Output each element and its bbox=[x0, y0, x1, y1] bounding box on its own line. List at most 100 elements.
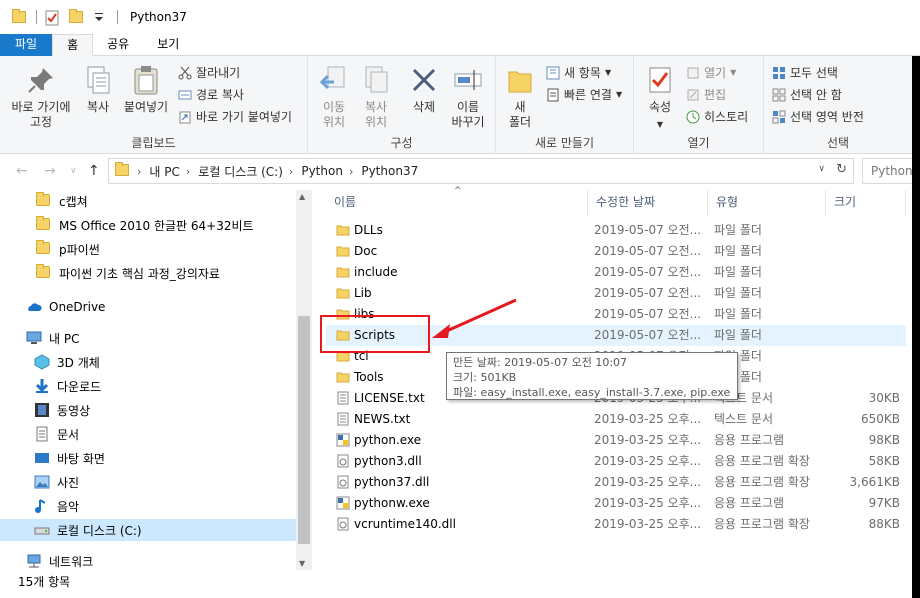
nav-item-quick-2[interactable]: MS Office 2010 한글판 64+32비트 bbox=[36, 214, 254, 236]
paste-shortcut-button[interactable]: 바로 가기 붙여넣기 bbox=[178, 108, 292, 125]
back-arrow-icon[interactable]: ← bbox=[16, 163, 28, 179]
file-name: python3.dll bbox=[354, 454, 422, 468]
tab-share[interactable]: 공유 bbox=[93, 34, 143, 56]
pin-quick-access-button[interactable]: 바로 가기에 고정 bbox=[6, 64, 76, 130]
chevron-right-icon[interactable]: › bbox=[137, 165, 141, 178]
chevron-right-icon[interactable]: › bbox=[186, 165, 190, 178]
nav-item-label: 3D 개체 bbox=[57, 355, 100, 370]
copy-button[interactable]: 복사 bbox=[80, 64, 116, 115]
tab-file[interactable]: 파일 bbox=[0, 34, 53, 56]
edit-button[interactable]: 편집 bbox=[686, 86, 726, 103]
annotation-highlight-box bbox=[320, 315, 430, 353]
new-item-button[interactable]: 새 항목 ▼ bbox=[546, 64, 611, 81]
desktop-icon bbox=[34, 450, 50, 466]
file-name: pythonw.exe bbox=[354, 496, 430, 510]
nav-item-desktop[interactable]: 바탕 화면 bbox=[34, 447, 105, 469]
breadcrumb-python[interactable]: Python bbox=[301, 164, 343, 178]
new-folder-icon[interactable] bbox=[69, 9, 85, 24]
copy-path-label: 경로 복사 bbox=[196, 88, 244, 102]
cut-button[interactable]: 잘라내기 bbox=[178, 64, 240, 81]
customize-dropdown-icon[interactable] bbox=[93, 10, 109, 24]
nav-item-onedrive[interactable]: OneDrive bbox=[26, 296, 105, 318]
open-button[interactable]: 열기 ▼ bbox=[686, 64, 736, 81]
nav-item-videos[interactable]: 동영상 bbox=[34, 399, 90, 421]
address-box[interactable]: › 내 PC › 로컬 디스크 (C:) › Python › Python37… bbox=[108, 158, 854, 184]
nav-item-documents[interactable]: 문서 bbox=[34, 423, 79, 445]
paste-button[interactable]: 붙여넣기 bbox=[120, 64, 172, 115]
nav-item-quick-1[interactable]: c캡쳐 bbox=[36, 190, 88, 212]
copy-path-button[interactable]: 경로 복사 bbox=[178, 86, 244, 103]
delete-button[interactable]: 삭제 bbox=[406, 64, 442, 115]
edit-label: 편집 bbox=[704, 88, 727, 102]
nav-item-label: 음악 bbox=[57, 499, 80, 514]
column-header-type[interactable]: 유형 bbox=[708, 190, 826, 216]
address-dropdown-icon[interactable]: ∨ bbox=[818, 164, 825, 174]
column-header-date-label: 수정한 날짜 bbox=[596, 195, 656, 209]
nav-item-3d-objects[interactable]: 3D 개체 bbox=[34, 351, 100, 373]
column-header-name-label: 이름 bbox=[334, 195, 357, 209]
column-header-size[interactable]: 크기 bbox=[826, 190, 906, 216]
breadcrumb-this-pc[interactable]: 내 PC bbox=[149, 163, 179, 180]
chevron-right-icon[interactable]: › bbox=[289, 165, 293, 178]
move-to-button[interactable]: 이동 위치 bbox=[316, 64, 352, 130]
file-row[interactable]: python37.dll 2019-03-25 오후... 응용 프로그램 확장 3,… bbox=[326, 472, 906, 493]
column-header-date[interactable]: 수정한 날짜 bbox=[588, 190, 708, 216]
3d-objects-icon bbox=[34, 354, 50, 370]
copy-path-icon bbox=[178, 88, 192, 102]
properties-button[interactable]: 속성 ▼ bbox=[642, 64, 678, 132]
file-size: 58KB bbox=[868, 454, 900, 468]
file-row[interactable]: Doc 2019-05-07 오전... 파일 폴더 bbox=[326, 241, 906, 262]
computer-icon bbox=[26, 330, 42, 346]
properties-check-icon[interactable] bbox=[45, 10, 61, 26]
file-size: 97KB bbox=[868, 496, 900, 510]
nav-item-label: c캡쳐 bbox=[59, 194, 88, 209]
nav-scrollbar-thumb[interactable] bbox=[298, 316, 310, 544]
recent-locations-icon[interactable]: ∨ bbox=[70, 166, 77, 176]
history-button[interactable]: 히스토리 bbox=[686, 108, 748, 125]
chevron-right-icon[interactable]: › bbox=[349, 165, 353, 178]
breadcrumb-local-disk[interactable]: 로컬 디스크 (C:) bbox=[198, 163, 283, 180]
nav-item-quick-4[interactable]: 파이썬 기초 핵심 과정_강의자료 bbox=[36, 262, 220, 284]
video-icon bbox=[34, 402, 50, 418]
file-row[interactable]: Lib 2019-05-07 오전... 파일 폴더 bbox=[326, 283, 906, 304]
tab-home[interactable]: 홈 bbox=[52, 34, 94, 56]
new-group-label: 새로 만들기 bbox=[534, 136, 594, 150]
file-date: 2019-05-07 오전... bbox=[594, 328, 702, 342]
rename-button[interactable]: 이름 바꾸기 bbox=[446, 64, 490, 130]
file-row[interactable]: python3.dll 2019-03-25 오후... 응용 프로그램 확장 58K… bbox=[326, 451, 906, 472]
nav-item-quick-3[interactable]: p파이썬 bbox=[36, 238, 100, 260]
tab-view[interactable]: 보기 bbox=[143, 34, 193, 56]
file-name: python37.dll bbox=[354, 475, 430, 489]
file-name: Tools bbox=[354, 370, 384, 384]
scroll-down-icon[interactable]: ▼ bbox=[299, 559, 305, 568]
file-row[interactable]: python.exe 2019-03-25 오후... 응용 프로그램 98KB bbox=[326, 430, 906, 451]
select-all-button[interactable]: 모두 선택 bbox=[772, 64, 838, 81]
up-arrow-icon[interactable]: ↑ bbox=[88, 163, 100, 179]
nav-item-downloads[interactable]: 다운로드 bbox=[34, 375, 101, 397]
easy-access-button[interactable]: 빠른 연결 ▼ bbox=[546, 86, 622, 103]
new-item-label: 새 항목 bbox=[564, 66, 601, 80]
nav-item-this-pc[interactable]: 내 PC bbox=[26, 327, 79, 349]
nav-item-network[interactable]: 네트워크 bbox=[26, 550, 93, 570]
nav-item-pictures[interactable]: 사진 bbox=[34, 471, 79, 493]
chevron-down-icon: ▼ bbox=[615, 90, 623, 99]
file-row[interactable]: pythonw.exe 2019-03-25 오후... 응용 프로그램 97KB bbox=[326, 493, 906, 514]
easy-access-label: 빠른 연결 bbox=[564, 88, 612, 102]
nav-item-music[interactable]: 음악 bbox=[34, 495, 79, 517]
folder-icon bbox=[336, 265, 350, 279]
file-row[interactable]: DLLs 2019-05-07 오전... 파일 폴더 bbox=[326, 220, 906, 241]
forward-arrow-icon[interactable]: → bbox=[44, 163, 56, 179]
invert-selection-button[interactable]: 선택 영역 반전 bbox=[772, 108, 864, 125]
file-row[interactable]: include 2019-05-07 오전... 파일 폴더 bbox=[326, 262, 906, 283]
file-row[interactable]: vcruntime140.dll 2019-03-25 오후... 응용 프로그램 … bbox=[326, 514, 906, 535]
scroll-up-icon[interactable]: ▲ bbox=[299, 192, 305, 201]
breadcrumb-python37[interactable]: Python37 bbox=[361, 164, 418, 178]
select-none-button[interactable]: 선택 안 함 bbox=[772, 86, 842, 103]
dll-file-icon bbox=[336, 517, 350, 531]
file-row[interactable]: NEWS.txt 2019-03-25 오후... 텍스트 문서 650KB bbox=[326, 409, 906, 430]
copy-to-button[interactable]: 복사 위치 bbox=[358, 64, 394, 130]
new-folder-button[interactable]: 새 폴더 bbox=[502, 64, 538, 130]
refresh-icon[interactable]: ↻ bbox=[836, 162, 847, 177]
nav-item-local-disk[interactable]: 로컬 디스크 (C:) bbox=[0, 519, 296, 541]
file-name: Lib bbox=[354, 286, 372, 300]
